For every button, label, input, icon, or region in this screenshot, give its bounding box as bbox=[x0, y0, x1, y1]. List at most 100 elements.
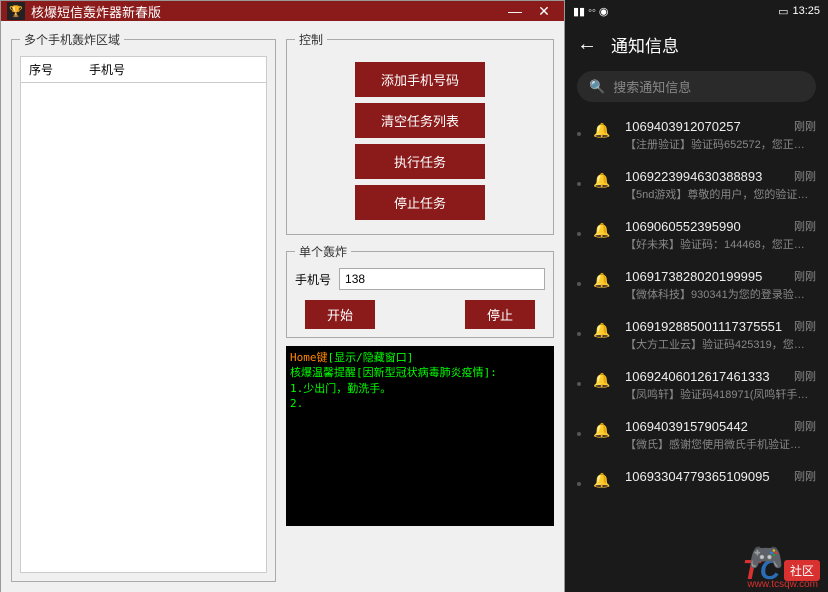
unread-dot bbox=[577, 482, 581, 486]
execute-tasks-button[interactable]: 执行任务 bbox=[355, 144, 485, 179]
bell-icon: 🔔 bbox=[593, 172, 613, 189]
single-bomb-group: 单个轰炸 手机号 开始 停止 bbox=[286, 243, 554, 338]
notification-text: 【微氏】感谢您使用微氏手机验证… bbox=[625, 436, 816, 452]
search-bar[interactable]: 🔍 搜索通知信息 bbox=[577, 71, 816, 102]
app-body: 多个手机轰炸区域 序号 手机号 控制 添加手机号码 清空任务列表 执行任务 停止… bbox=[1, 21, 564, 592]
signal-icon: ▮▮ bbox=[573, 5, 585, 18]
notification-item[interactable]: 🔔 10692406012617461333 刚刚【凤鸣轩】验证码418971(凤鸣… bbox=[565, 360, 828, 410]
back-icon[interactable]: ← bbox=[577, 33, 597, 56]
column-phone: 手机号 bbox=[89, 61, 258, 78]
add-phone-button[interactable]: 添加手机号码 bbox=[355, 62, 485, 97]
watermark-badge: 社区 bbox=[784, 560, 820, 581]
notification-time: 刚刚 bbox=[794, 468, 816, 484]
unread-dot bbox=[577, 182, 581, 186]
notification-content: 10692406012617461333 刚刚【凤鸣轩】验证码418971(凤鸣轩… bbox=[625, 368, 816, 402]
notification-text: 【微体科技】930341为您的登录验… bbox=[625, 286, 816, 302]
unread-dot bbox=[577, 432, 581, 436]
notification-item[interactable]: 🔔 1069403912070257 刚刚【注册验证】验证码652572，您正… bbox=[565, 110, 828, 160]
minimize-button[interactable]: — bbox=[501, 1, 529, 21]
multi-bomb-legend: 多个手机轰炸区域 bbox=[20, 31, 124, 48]
notification-item[interactable]: 🔔 1069223994630388893 刚刚【5nd游戏】尊敬的用户，您的验证… bbox=[565, 160, 828, 210]
notification-content: 10693304779365109095刚刚 bbox=[625, 468, 816, 486]
notification-text: 【凤鸣轩】验证码418971(凤鸣轩手… bbox=[625, 386, 816, 402]
watermark-mascot: 🎮 bbox=[749, 541, 784, 574]
single-bomb-legend: 单个轰炸 bbox=[295, 243, 351, 260]
notification-number: 1069223994630388893 bbox=[625, 169, 762, 184]
notification-item[interactable]: 🔔 10694039157905442 刚刚【微氏】感谢您使用微氏手机验证… bbox=[565, 410, 828, 460]
notification-number: 10694039157905442 bbox=[625, 419, 748, 434]
phone-header: ← 通知信息 bbox=[565, 22, 828, 67]
phone-list-body[interactable] bbox=[20, 83, 267, 573]
bell-icon: 🔔 bbox=[593, 222, 613, 239]
battery-icon: ▭ bbox=[778, 5, 788, 18]
notification-item[interactable]: 🔔 1069192885001117375551 刚刚【大方工业云】验证码42531… bbox=[565, 310, 828, 360]
titlebar: 🏆 核爆短信轰炸器新春版 — ✕ bbox=[1, 1, 564, 21]
carrier-icon: ◦◦ bbox=[588, 5, 596, 17]
console-output: Home键[显示/隐藏窗口] 核爆温馨提醒[因新型冠状病毒肺炎疫情]: 1.少出… bbox=[286, 346, 554, 526]
notification-time: 刚刚 bbox=[794, 318, 816, 334]
close-button[interactable]: ✕ bbox=[530, 1, 558, 21]
notification-number: 1069060552395990 bbox=[625, 219, 741, 234]
unread-dot bbox=[577, 132, 581, 136]
phone-title: 通知信息 bbox=[611, 32, 679, 57]
notification-content: 1069403912070257 刚刚【注册验证】验证码652572，您正… bbox=[625, 118, 816, 152]
notification-content: 1069060552395990 刚刚【好未来】验证码：144468，您正… bbox=[625, 218, 816, 252]
unread-dot bbox=[577, 382, 581, 386]
notification-time: 刚刚 bbox=[794, 418, 816, 434]
bell-icon: 🔔 bbox=[593, 372, 613, 389]
bell-icon: 🔔 bbox=[593, 472, 613, 489]
stop-single-button[interactable]: 停止 bbox=[465, 300, 535, 329]
console-line1b: [显示/隐藏窗口] bbox=[328, 351, 414, 364]
stop-tasks-button[interactable]: 停止任务 bbox=[355, 185, 485, 220]
clear-tasks-button[interactable]: 清空任务列表 bbox=[355, 103, 485, 138]
status-left: ▮▮ ◦◦ ◉ bbox=[573, 5, 609, 18]
notification-time: 刚刚 bbox=[794, 368, 816, 384]
phone-list-header: 序号 手机号 bbox=[20, 56, 267, 83]
phone-screen: ▮▮ ◦◦ ◉ ▭ 13:25 ← 通知信息 🔍 搜索通知信息 🔔 1069403… bbox=[565, 0, 828, 592]
notification-time: 刚刚 bbox=[794, 118, 816, 134]
notification-text: 【注册验证】验证码652572，您正… bbox=[625, 136, 816, 152]
wifi-icon: ◉ bbox=[599, 5, 609, 18]
single-phone-label: 手机号 bbox=[295, 271, 331, 288]
bell-icon: 🔔 bbox=[593, 422, 613, 439]
single-phone-input[interactable] bbox=[339, 268, 545, 290]
control-group: 控制 添加手机号码 清空任务列表 执行任务 停止任务 bbox=[286, 31, 554, 235]
notification-time: 刚刚 bbox=[794, 218, 816, 234]
right-column: 控制 添加手机号码 清空任务列表 执行任务 停止任务 单个轰炸 手机号 开始 停… bbox=[286, 31, 554, 582]
notification-content: 10694039157905442 刚刚【微氏】感谢您使用微氏手机验证… bbox=[625, 418, 816, 452]
notification-content: 1069173828020199995刚刚【微体科技】930341为您的登录验… bbox=[625, 268, 816, 302]
status-right: ▭ 13:25 bbox=[778, 5, 820, 18]
notification-item[interactable]: 🔔 1069173828020199995刚刚【微体科技】930341为您的登录验… bbox=[565, 260, 828, 310]
watermark-url: www.tcsqw.com bbox=[747, 579, 818, 590]
bell-icon: 🔔 bbox=[593, 122, 613, 139]
notification-number: 1069173828020199995 bbox=[625, 269, 762, 284]
console-line1a: Home键 bbox=[290, 351, 328, 364]
console-line4: 2. bbox=[290, 397, 303, 410]
start-single-button[interactable]: 开始 bbox=[305, 300, 375, 329]
notification-text: 【大方工业云】验证码425319，您… bbox=[625, 336, 816, 352]
bell-icon: 🔔 bbox=[593, 322, 613, 339]
window-controls: — ✕ bbox=[501, 1, 558, 21]
search-placeholder: 搜索通知信息 bbox=[613, 77, 691, 96]
notification-item[interactable]: 🔔 1069060552395990 刚刚【好未来】验证码：144468，您正… bbox=[565, 210, 828, 260]
notification-content: 1069223994630388893 刚刚【5nd游戏】尊敬的用户，您的验证… bbox=[625, 168, 816, 202]
column-seq: 序号 bbox=[29, 61, 89, 78]
notification-text: 【5nd游戏】尊敬的用户，您的验证… bbox=[625, 186, 816, 202]
notification-number: 1069192885001117375551 bbox=[625, 319, 782, 334]
bell-icon: 🔔 bbox=[593, 272, 613, 289]
notification-list[interactable]: 🔔1069403912070257刚刚【注册验证】验证码652572，您正…🔔1… bbox=[565, 110, 828, 592]
notification-number: 10692406012617461333 bbox=[625, 369, 770, 384]
console-line2: 核爆温馨提醒[因新型冠状病毒肺炎疫情]: bbox=[290, 366, 497, 379]
notification-number: 1069403912070257 bbox=[625, 119, 741, 134]
unread-dot bbox=[577, 282, 581, 286]
notification-content: 1069192885001117375551 刚刚【大方工业云】验证码425319… bbox=[625, 318, 816, 352]
status-bar: ▮▮ ◦◦ ◉ ▭ 13:25 bbox=[565, 0, 828, 22]
notification-time: 刚刚 bbox=[794, 168, 816, 184]
single-phone-row: 手机号 bbox=[295, 268, 545, 290]
app-icon: 🏆 bbox=[7, 2, 25, 20]
app-window: 🏆 核爆短信轰炸器新春版 — ✕ 多个手机轰炸区域 序号 手机号 控制 添加手机… bbox=[0, 0, 565, 592]
notification-text: 【好未来】验证码：144468，您正… bbox=[625, 236, 816, 252]
multi-bomb-group: 多个手机轰炸区域 序号 手机号 bbox=[11, 31, 276, 582]
notification-item[interactable]: 🔔 10693304779365109095刚刚 bbox=[565, 460, 828, 497]
single-buttons: 开始 停止 bbox=[295, 300, 545, 329]
